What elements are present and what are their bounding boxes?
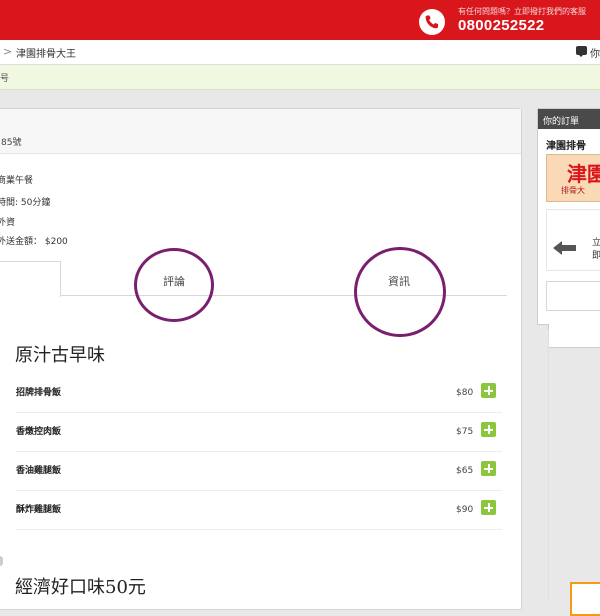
chat-bubble-icon[interactable] — [576, 46, 587, 57]
order-panel-footer — [548, 324, 600, 348]
top-header-bar: 有任何問題嗎？立即撥打我們的客服 0800252522 — [0, 0, 600, 40]
menu-item-price: $65 — [456, 466, 474, 476]
category-title: 原汁古早味 — [15, 345, 105, 366]
menu-item[interactable]: 香燉控肉飯 $75 — [16, 412, 502, 452]
add-item-button[interactable] — [481, 461, 496, 476]
tab-menu[interactable] — [0, 261, 61, 297]
menu-item[interactable]: 招牌排骨飯 $80 — [16, 373, 502, 413]
menu-item[interactable]: 香油雞腿飯 $65 — [16, 451, 502, 491]
scroll-indicator[interactable] — [0, 556, 3, 566]
menu-item-name: 香燉控肉飯 — [16, 427, 62, 437]
side-divider — [548, 330, 549, 600]
shop-number: 85號 — [1, 138, 22, 148]
phone-icon — [419, 9, 445, 35]
chat-label[interactable]: 你 — [590, 45, 600, 60]
info-line-lunch: 商業午餐 — [0, 176, 34, 186]
restaurant-header: 85號 — [0, 109, 521, 154]
menu-item-price: $90 — [456, 505, 474, 515]
orange-promo-box[interactable] — [570, 582, 600, 616]
order-input[interactable] — [546, 281, 600, 311]
category-title-economy: 經濟好口味50元 — [15, 577, 146, 598]
order-panel-header: 你的訂單 — [538, 109, 600, 129]
menu-item-name: 招牌排骨飯 — [16, 388, 62, 398]
menu-item-price: $80 — [456, 388, 474, 398]
annotation-circle-reviews — [134, 248, 214, 322]
breadcrumb-separator: > — [3, 45, 13, 58]
restaurant-panel: 85號 商業午餐 時間: 50分鐘 外資 外送金額： $200 評論 資訊 原汁… — [0, 108, 522, 610]
order-action-box: 立即 — [546, 209, 600, 271]
breadcrumb-current[interactable]: 津園排骨大王 — [16, 45, 76, 60]
add-item-button[interactable] — [481, 383, 496, 398]
menu-item[interactable]: 酥炸雞腿飯 $90 — [16, 490, 502, 530]
menu-item-name: 香油雞腿飯 — [16, 466, 62, 476]
add-item-button[interactable] — [481, 422, 496, 437]
service-phone-number[interactable]: 0800252522 — [458, 17, 544, 34]
menu-item-name: 酥炸雞腿飯 — [16, 505, 62, 515]
notice-text: 号 — [0, 74, 10, 84]
info-line-time: 時間: 50分鐘 — [0, 198, 51, 208]
menu-item-price: $75 — [456, 427, 474, 437]
info-line-fee: 外資 — [0, 218, 16, 228]
call-service-note: 有任何問題嗎？立即撥打我們的客服 — [458, 7, 586, 16]
annotation-circle-info — [354, 247, 446, 337]
order-panel: 你的訂單 津園排骨 津園 排骨大 立即 — [537, 108, 600, 325]
breadcrumb: > 津園排骨大王 你 — [0, 40, 600, 65]
back-arrow-icon[interactable] — [553, 240, 577, 256]
logo-main-text: 津園 — [567, 162, 600, 186]
restaurant-logo: 津園 排骨大 — [546, 154, 600, 202]
order-panel-title: 你的訂單 — [543, 117, 580, 127]
info-line-min-order: 外送金額： $200 — [0, 237, 68, 247]
add-item-button[interactable] — [481, 500, 496, 515]
logo-sub-text: 排骨大 — [561, 186, 585, 195]
notice-bar: 号 — [0, 65, 600, 90]
order-shop-name: 津園排骨 — [546, 141, 586, 152]
order-now-label[interactable]: 立即 — [592, 235, 600, 261]
